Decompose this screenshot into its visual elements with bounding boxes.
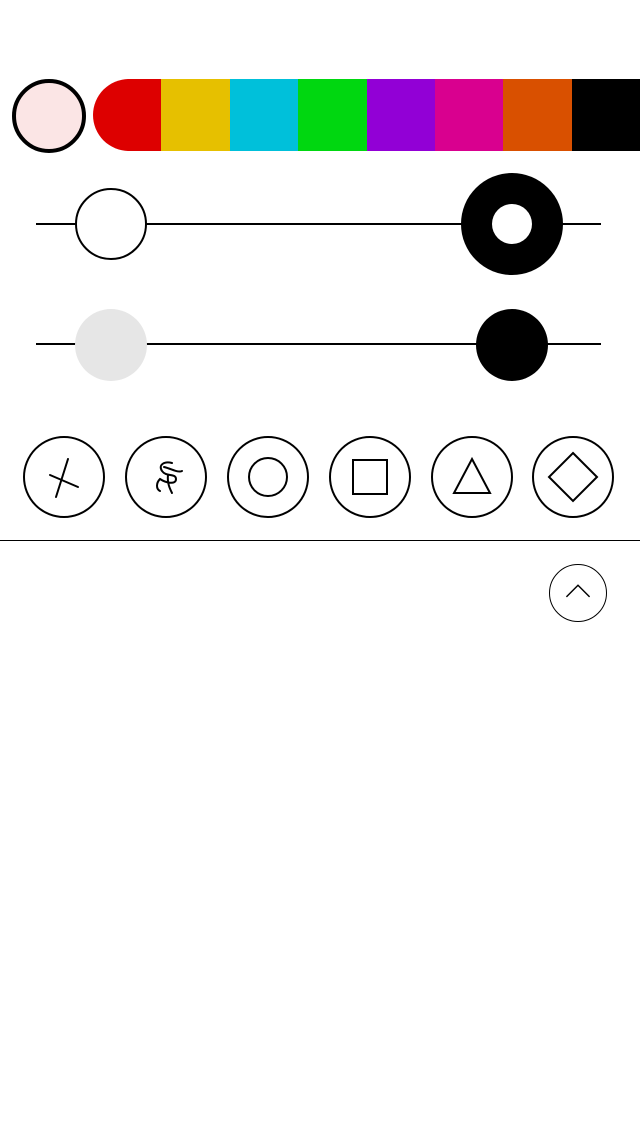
triangle-shape-icon bbox=[452, 456, 492, 494]
tool-diamond-button[interactable] bbox=[532, 436, 614, 518]
color-swatch-magenta[interactable] bbox=[434, 79, 504, 151]
color-swatch-orange[interactable] bbox=[503, 79, 572, 151]
diamond-shape-icon bbox=[547, 451, 599, 503]
tool-scribble-x-button[interactable] bbox=[23, 436, 105, 518]
tool-circle-button[interactable] bbox=[227, 436, 309, 518]
brush-size-max-handle[interactable] bbox=[461, 173, 563, 275]
color-swatch-purple[interactable] bbox=[366, 79, 435, 151]
square-shape-icon bbox=[352, 459, 388, 495]
color-swatch-black[interactable] bbox=[571, 79, 640, 151]
freehand-icon bbox=[156, 461, 183, 494]
brush-size-min-handle[interactable] bbox=[75, 188, 147, 260]
current-color-swatch[interactable] bbox=[12, 79, 86, 153]
color-swatch-cyan[interactable] bbox=[229, 79, 299, 151]
color-swatch-red[interactable] bbox=[93, 79, 162, 151]
color-palette bbox=[93, 79, 640, 151]
tool-freehand-button[interactable] bbox=[125, 436, 207, 518]
color-swatch-green[interactable] bbox=[298, 79, 367, 151]
tool-triangle-button[interactable] bbox=[431, 436, 513, 518]
opacity-max-handle[interactable] bbox=[476, 309, 548, 381]
scribble-x-icon bbox=[49, 458, 79, 498]
color-swatch-yellow[interactable] bbox=[161, 79, 230, 151]
tool-square-button[interactable] bbox=[329, 436, 411, 518]
circle-shape-icon bbox=[248, 457, 288, 497]
chevron-up-icon bbox=[565, 584, 591, 598]
collapse-panel-button[interactable] bbox=[549, 564, 607, 622]
opacity-min-handle[interactable] bbox=[75, 309, 147, 381]
panel-divider bbox=[0, 540, 640, 541]
ring-icon bbox=[492, 204, 532, 244]
